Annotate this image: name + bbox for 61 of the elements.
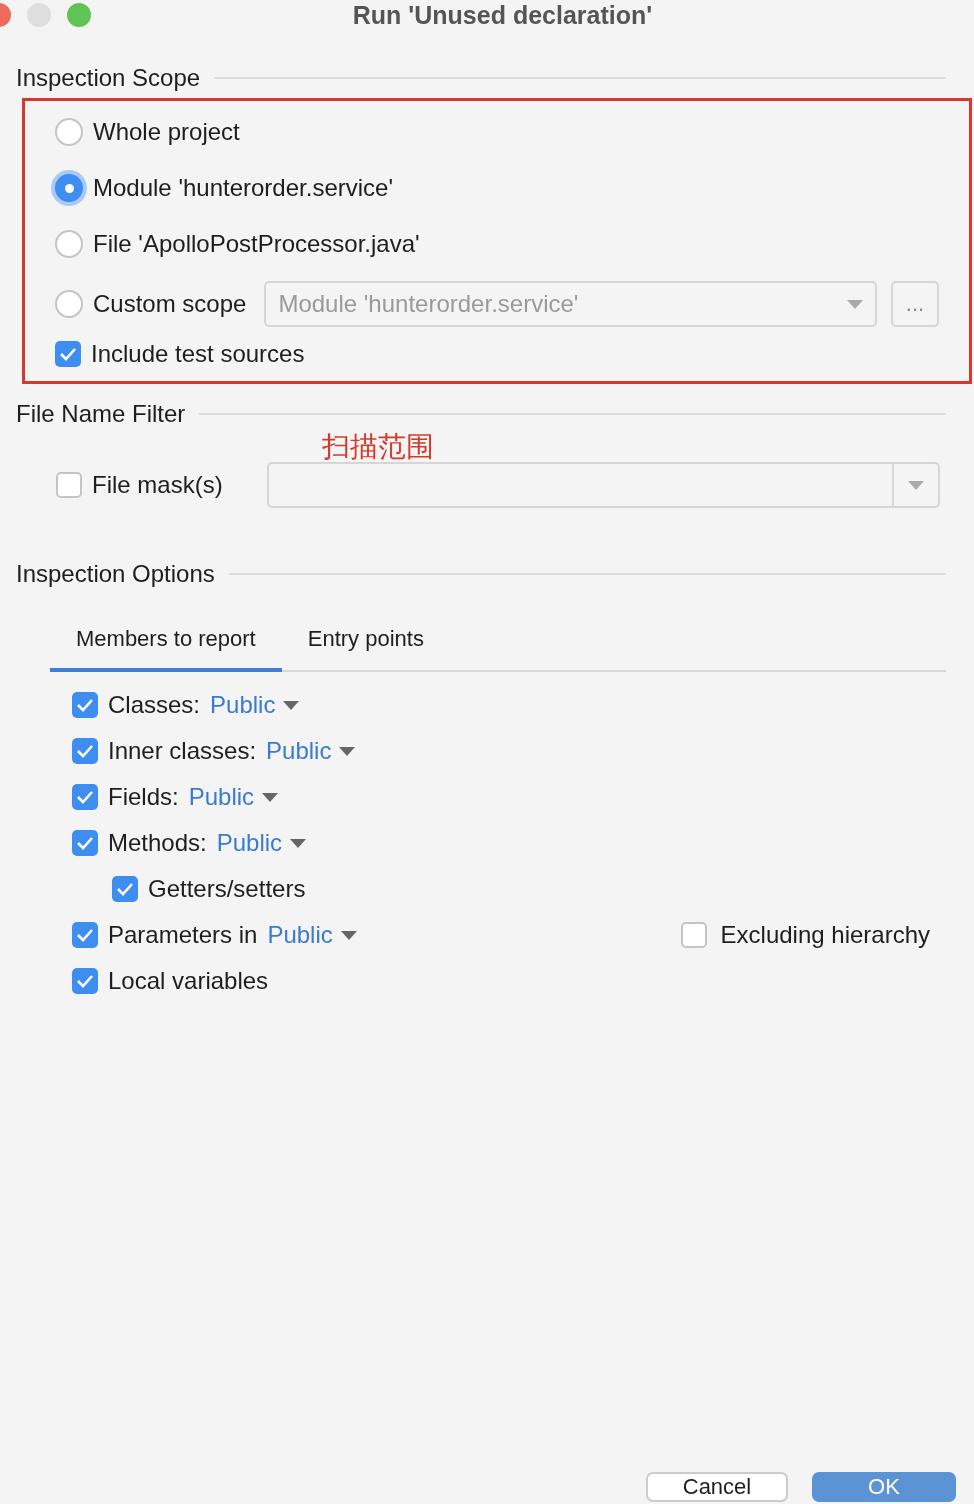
check-mark-icon (76, 836, 94, 850)
radio-label: Module 'hunterorder.service' (93, 174, 393, 202)
check-mark-icon (59, 347, 77, 361)
checkbox[interactable] (72, 738, 98, 764)
visibility-dropdown[interactable]: Public (188, 783, 279, 811)
checkbox[interactable] (72, 830, 98, 856)
check-mark-icon (76, 974, 94, 988)
radio-label: Whole project (93, 118, 240, 146)
caret-icon (262, 792, 279, 802)
tab[interactable]: Entry points (281, 614, 450, 672)
caret-icon (847, 299, 863, 309)
radio-button[interactable] (55, 118, 83, 146)
checkbox-label: File mask(s) (92, 471, 223, 499)
checkbox-label: Local variables (108, 967, 269, 995)
checkbox[interactable] (680, 922, 707, 948)
checkbox-label: Include test sources (91, 340, 305, 368)
check-mark-icon (76, 744, 94, 758)
radio-button[interactable] (55, 230, 83, 258)
caret-icon (290, 838, 307, 848)
checkbox[interactable] (72, 692, 98, 718)
ok-button[interactable]: OK (812, 1472, 956, 1502)
section-title: File Name Filter (16, 400, 186, 428)
caret-icon (908, 480, 924, 490)
radio-label: Custom scope (93, 290, 247, 318)
checkbox-label: Classes: (108, 691, 201, 719)
radio-label: File 'ApolloPostProcessor.java' (93, 230, 420, 258)
radio-button[interactable] (55, 290, 83, 318)
checkbox-label: Excluding hierarchy (720, 921, 930, 949)
checkbox[interactable] (112, 876, 138, 902)
checkbox-label: Getters/setters (148, 875, 306, 903)
section-title: Inspection Scope (16, 64, 201, 92)
checkbox[interactable] (72, 784, 98, 810)
checkbox-label: Fields: (108, 783, 179, 811)
radio-button[interactable] (55, 174, 83, 202)
tab[interactable]: Members to report (50, 614, 282, 672)
visibility-dropdown[interactable]: Public (266, 737, 356, 765)
checkbox[interactable] (55, 341, 81, 367)
check-mark-icon (76, 790, 94, 804)
checkbox[interactable] (72, 922, 98, 948)
file-mask-field[interactable] (266, 462, 940, 508)
window-title: Run 'Unused declaration' (351, 0, 654, 30)
zoom-button[interactable] (67, 3, 91, 27)
visibility-dropdown[interactable]: Public (210, 691, 300, 719)
checkbox-label: Inner classes: (108, 737, 257, 765)
check-mark-icon (76, 928, 94, 942)
caret-icon (340, 930, 357, 940)
browse-button[interactable]: ... (891, 281, 939, 327)
checkbox[interactable] (72, 968, 98, 994)
visibility-dropdown[interactable]: Public (267, 921, 357, 949)
visibility-dropdown[interactable]: Public (216, 829, 307, 857)
annotation-text: 扫描范围 (322, 430, 435, 462)
check-mark-icon (116, 882, 134, 896)
caret-icon (339, 746, 356, 756)
checkbox-label: Parameters in (108, 921, 258, 949)
scope-dropdown[interactable]: Module 'hunterorder.service' (264, 281, 877, 327)
checkbox[interactable] (56, 472, 82, 498)
cancel-button[interactable]: Cancel (646, 1472, 788, 1502)
section-title: Inspection Options (16, 560, 215, 588)
checkbox-label: Methods: (108, 829, 207, 857)
check-mark-icon (76, 698, 94, 712)
caret-icon (283, 700, 300, 710)
